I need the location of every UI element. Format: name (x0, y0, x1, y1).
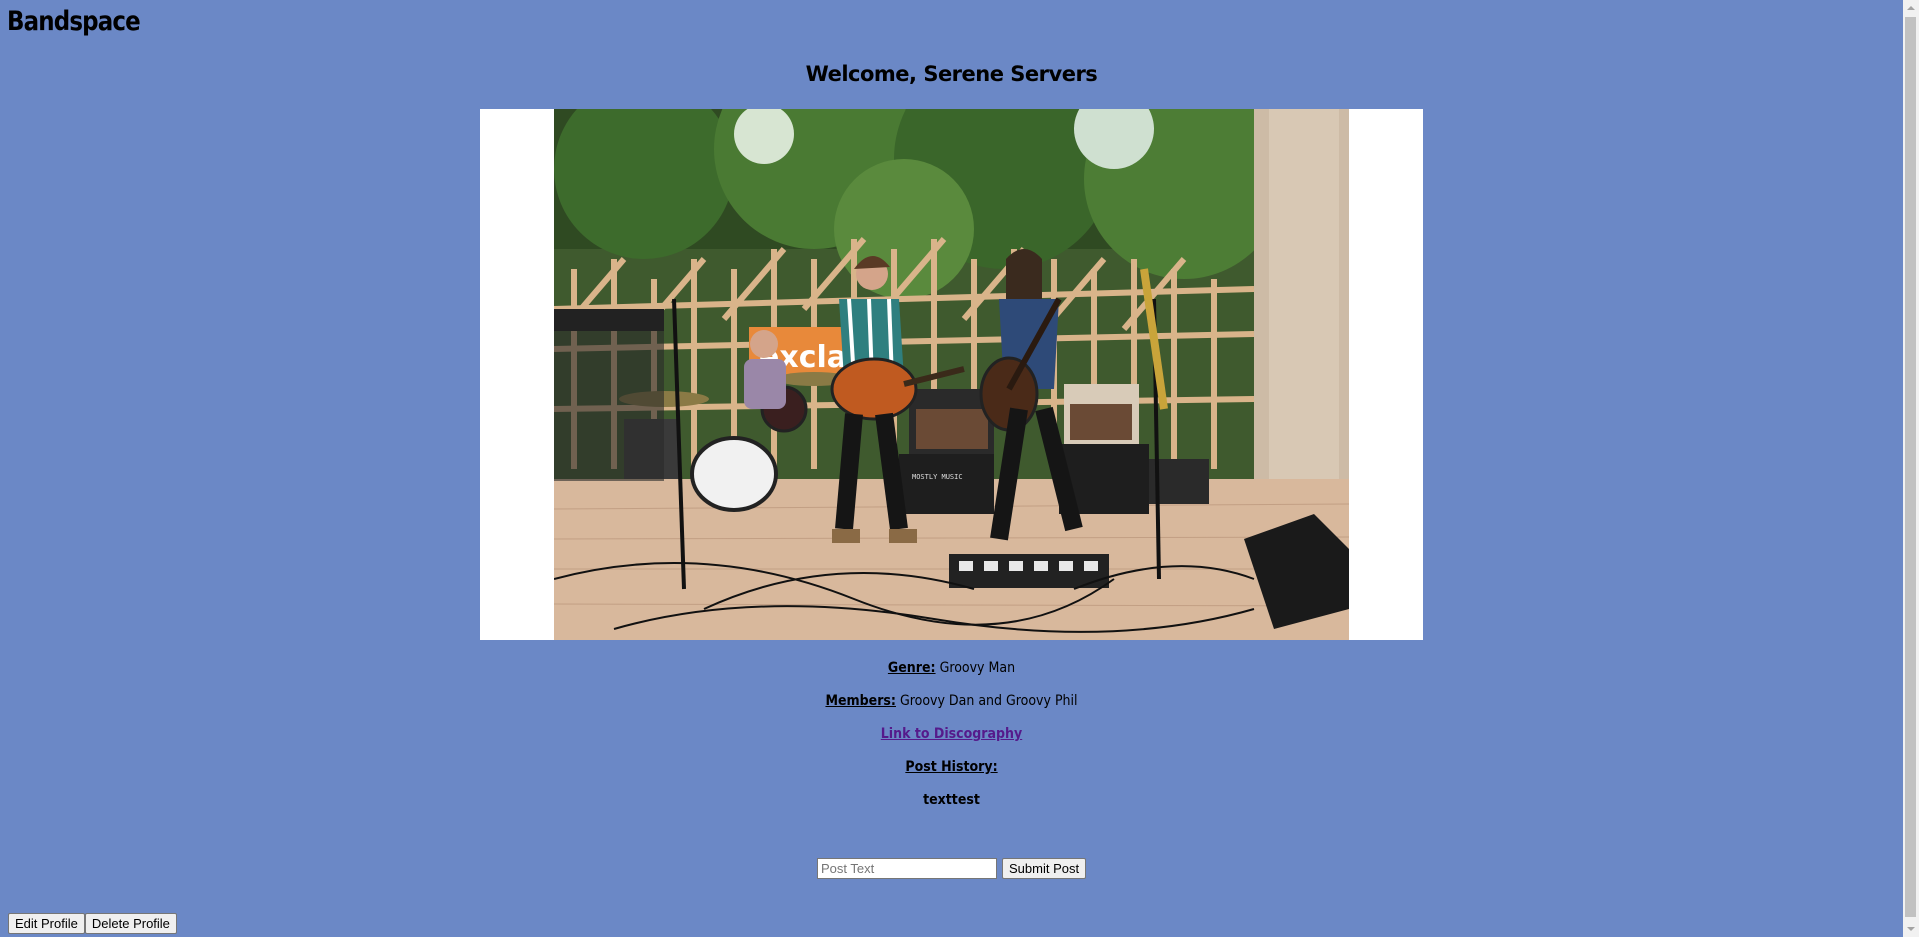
page: Bandspace Welcome, Serene Servers exclai… (0, 0, 1903, 937)
scroll-thumb[interactable] (1905, 17, 1916, 917)
post-history-line: Post History: (0, 759, 1903, 775)
genre-value: Groovy Man (939, 660, 1016, 676)
vertical-scrollbar[interactable] (1903, 0, 1919, 937)
members-value: Groovy Dan and Groovy Phil (899, 693, 1078, 709)
post-item: texttest (923, 792, 980, 808)
submit-post-button[interactable]: Submit Post (1002, 858, 1087, 879)
discography-link[interactable]: Link to Discography (881, 726, 1022, 742)
scroll-down-icon[interactable] (1907, 927, 1915, 931)
genre-label: Genre: (887, 660, 936, 676)
discography-line: Link to Discography (0, 726, 1903, 742)
edit-profile-button[interactable]: Edit Profile (8, 913, 85, 934)
brand-title: Bandspace (7, 6, 141, 37)
post-form: Submit Post (817, 858, 1087, 879)
delete-profile-button[interactable]: Delete Profile (84, 913, 177, 934)
members-line: Members: Groovy Dan and Groovy Phil (0, 693, 1903, 709)
profile-actions: Edit Profile Delete Profile (8, 913, 177, 934)
genre-line: Genre: Groovy Man (0, 660, 1903, 676)
band-photo-frame: exclai MOSTLY MUSIC (480, 109, 1423, 640)
post-history-label: Post History: (905, 759, 998, 775)
band-photo: exclai MOSTLY MUSIC (554, 109, 1349, 640)
scroll-up-icon[interactable] (1907, 6, 1915, 10)
welcome-heading: Welcome, Serene Servers (805, 62, 1098, 86)
svg-text:MOSTLY MUSIC: MOSTLY MUSIC (912, 473, 963, 481)
members-label: Members: (825, 693, 896, 709)
post-text-input[interactable] (817, 858, 997, 879)
